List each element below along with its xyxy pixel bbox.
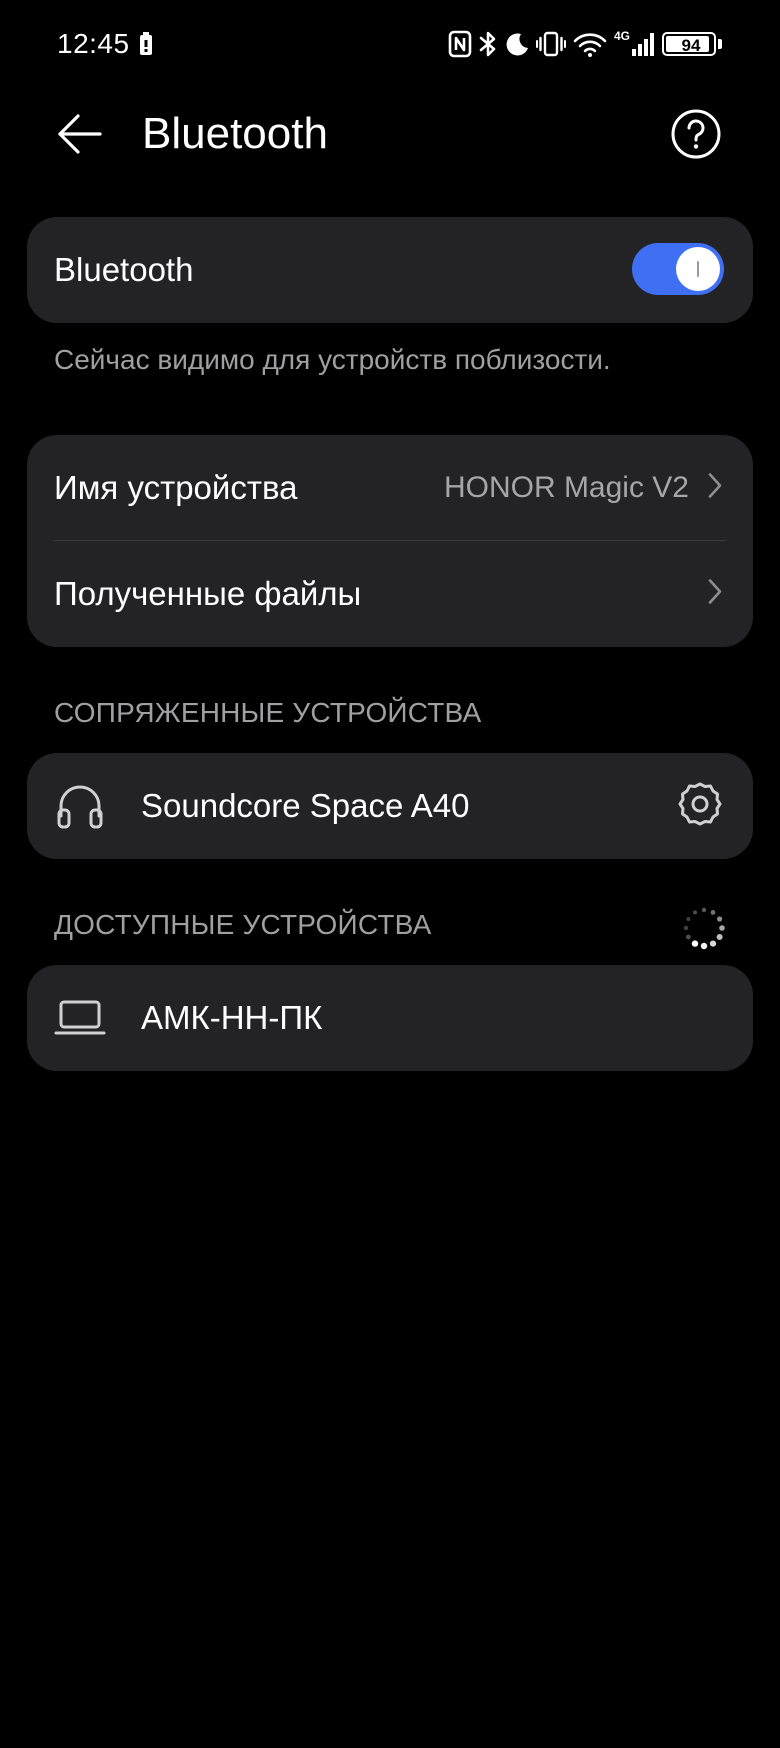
available-device-name: АМК-НН-ПК xyxy=(141,999,323,1036)
settings-card: Имя устройства HONOR Magic V2 Полученные… xyxy=(27,435,753,647)
help-button[interactable] xyxy=(664,104,728,168)
paired-devices-card: Soundcore Space A40 xyxy=(27,753,753,859)
bluetooth-icon xyxy=(478,30,498,58)
paired-device-name: Soundcore Space A40 xyxy=(141,787,470,824)
available-devices-card: АМК-НН-ПК xyxy=(27,965,753,1071)
moon-icon xyxy=(504,31,530,57)
network-type-label: 4G xyxy=(614,29,631,43)
battery-icon: 94 xyxy=(662,31,724,57)
visibility-hint: Сейчас видимо для устройств поблизости. xyxy=(54,344,611,375)
help-circle-icon xyxy=(670,108,722,165)
bluetooth-toggle[interactable] xyxy=(632,243,724,295)
headphones-icon xyxy=(54,780,106,832)
battery-saver-icon xyxy=(139,32,153,61)
nfc-icon xyxy=(448,30,472,58)
bluetooth-label: Bluetooth xyxy=(54,251,194,288)
wifi-icon xyxy=(572,30,608,58)
cellular-signal-icon: 4G xyxy=(614,30,656,58)
chevron-right-icon xyxy=(707,578,723,611)
page-title: Bluetooth xyxy=(142,109,328,158)
vibrate-icon xyxy=(536,30,566,58)
app-header: Bluetooth xyxy=(0,88,780,184)
paired-section-title: СОПРЯЖЕННЫЕ УСТРОЙСТВА xyxy=(54,697,482,728)
received-files-row[interactable]: Полученные файлы xyxy=(27,541,753,647)
available-section-title: ДОСТУПНЫЕ УСТРОЙСТВА xyxy=(54,909,432,940)
received-files-label: Полученные файлы xyxy=(54,575,362,612)
battery-level: 94 xyxy=(681,36,701,55)
status-bar: 12:45 4G 94 xyxy=(0,0,780,88)
device-name-value: HONOR Magic V2 xyxy=(443,471,689,504)
bluetooth-card: Bluetooth xyxy=(27,217,753,323)
status-time: 12:45 xyxy=(57,28,130,59)
arrow-left-icon xyxy=(56,112,104,161)
device-settings-button[interactable] xyxy=(674,780,726,832)
back-button[interactable] xyxy=(52,108,108,164)
available-device-row[interactable]: АМК-НН-ПК xyxy=(27,965,753,1071)
gear-icon xyxy=(676,780,724,833)
chevron-right-icon xyxy=(707,472,723,505)
loading-spinner-icon xyxy=(682,906,726,950)
toggle-knob xyxy=(676,247,720,291)
paired-device-row[interactable]: Soundcore Space A40 xyxy=(27,753,753,859)
device-name-row[interactable]: Имя устройства HONOR Magic V2 xyxy=(27,435,753,541)
bluetooth-row[interactable]: Bluetooth xyxy=(27,217,753,323)
laptop-icon xyxy=(54,992,106,1044)
device-name-label: Имя устройства xyxy=(54,469,298,506)
status-icons: 4G 94 xyxy=(448,26,724,62)
